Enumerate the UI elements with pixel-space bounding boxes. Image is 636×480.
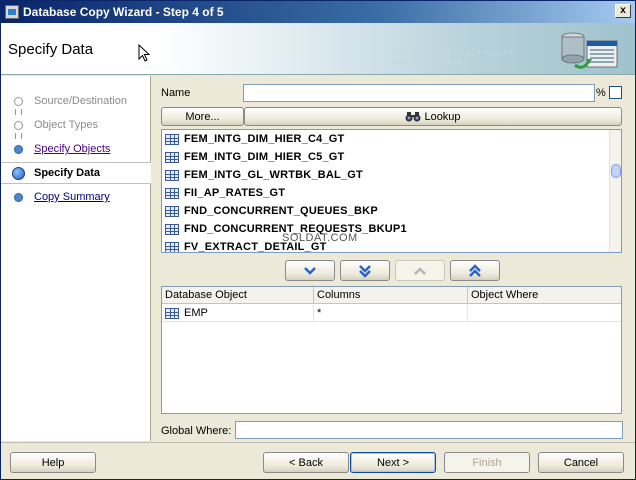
- next-button[interactable]: Next >: [350, 452, 436, 473]
- scrollbar-thumb[interactable]: [611, 164, 621, 178]
- double-chevron-up-icon: [469, 263, 481, 277]
- object-where-cell[interactable]: [468, 305, 621, 322]
- grid-header: Database Object Columns Object Where: [162, 287, 621, 304]
- list-item[interactable]: FEM_INTG_DIM_HIER_C4_GT: [165, 130, 344, 148]
- close-button[interactable]: x: [615, 4, 631, 18]
- name-label: Name: [161, 87, 191, 99]
- table-icon: [165, 151, 179, 163]
- cancel-button[interactable]: Cancel: [538, 452, 624, 473]
- move-all-down-button[interactable]: [340, 260, 390, 281]
- watermark-text: SOLDAT.COM: [282, 232, 358, 244]
- more-button[interactable]: More...: [161, 107, 244, 126]
- table-icon: [165, 223, 179, 235]
- global-where-label: Global Where:: [161, 425, 232, 437]
- finish-button[interactable]: Finish: [444, 452, 530, 473]
- nav-step-specify-objects[interactable]: Specify Objects: [1, 138, 151, 160]
- double-chevron-down-icon: [359, 264, 371, 278]
- table-icon: [165, 169, 179, 181]
- window-title: Database Copy Wizard - Step 4 of 5: [23, 5, 224, 19]
- table-icon: [165, 205, 179, 217]
- available-objects-list[interactable]: FEM_INTG_DIM_HIER_C4_GT FEM_INTG_DIM_HIE…: [161, 129, 622, 253]
- binoculars-icon: [405, 112, 421, 122]
- nav-step-copy-summary[interactable]: Copy Summary: [1, 186, 151, 208]
- help-button[interactable]: Help: [10, 452, 96, 473]
- wizard-window: Database Copy Wizard - Step 4 of 5 x Spe…: [0, 0, 636, 480]
- table-icon: [165, 187, 179, 199]
- list-item[interactable]: FND_CONCURRENT_QUEUES_BKP: [165, 202, 378, 220]
- step-done-icon: [14, 120, 23, 130]
- nav-step-specify-data: Specify Data: [1, 162, 151, 184]
- wizard-footer: Help < Back Next > Finish Cancel: [1, 442, 635, 479]
- chevron-down-icon: [304, 266, 316, 275]
- column-header-columns[interactable]: Columns: [314, 287, 468, 304]
- name-input[interactable]: [243, 84, 595, 102]
- move-selected-down-button[interactable]: [285, 260, 335, 281]
- list-scrollbar[interactable]: [609, 130, 621, 252]
- nav-step-source-destination[interactable]: Source/Destination: [1, 90, 151, 112]
- wildcard-checkbox[interactable]: [609, 86, 622, 99]
- object-cell[interactable]: EMP: [162, 305, 314, 322]
- binary-decoration: 01010101010101010101010101 0101010101010…: [391, 49, 514, 66]
- list-item[interactable]: FEM_INTG_DIM_HIER_C5_GT: [165, 148, 344, 166]
- move-selected-up-button[interactable]: [395, 260, 445, 281]
- title-bar: Database Copy Wizard - Step 4 of 5 x: [1, 1, 635, 23]
- page-title: Specify Data: [8, 41, 94, 58]
- step-link-icon: [14, 192, 23, 202]
- chevron-up-icon: [414, 266, 426, 275]
- nav-step-object-types[interactable]: Object Types: [1, 114, 151, 136]
- table-row[interactable]: EMP *: [162, 305, 621, 322]
- app-icon: [5, 5, 19, 19]
- header-banner: Specify Data 01010101010101010101010101 …: [1, 23, 635, 75]
- step-done-icon: [14, 96, 23, 106]
- column-header-database-object[interactable]: Database Object: [162, 287, 314, 304]
- percent-label: %: [596, 87, 606, 99]
- selected-objects-grid[interactable]: Database Object Columns Object Where EMP…: [161, 286, 622, 414]
- lookup-button[interactable]: Lookup: [244, 107, 622, 126]
- current-step-icon: [12, 166, 25, 180]
- list-item[interactable]: FEM_INTG_GL_WRTBK_BAL_GT: [165, 166, 363, 184]
- global-where-input[interactable]: [235, 421, 623, 439]
- step-link-icon: [14, 144, 23, 154]
- list-item[interactable]: FII_AP_RATES_GT: [165, 184, 285, 202]
- database-copy-icon: [561, 32, 618, 69]
- move-all-up-button[interactable]: [450, 260, 500, 281]
- table-icon: [165, 308, 179, 319]
- table-icon: [165, 241, 179, 252]
- main-panel: Name % More... Lookup FEM_INTG_DIM_HIER_…: [152, 76, 635, 441]
- column-header-object-where[interactable]: Object Where: [468, 287, 621, 304]
- mouse-cursor-icon: [138, 44, 150, 62]
- columns-cell[interactable]: *: [314, 305, 468, 322]
- wizard-steps-nav: Source/Destination Object Types Specify …: [1, 76, 151, 441]
- back-button[interactable]: < Back: [263, 452, 349, 473]
- table-icon: [165, 133, 179, 145]
